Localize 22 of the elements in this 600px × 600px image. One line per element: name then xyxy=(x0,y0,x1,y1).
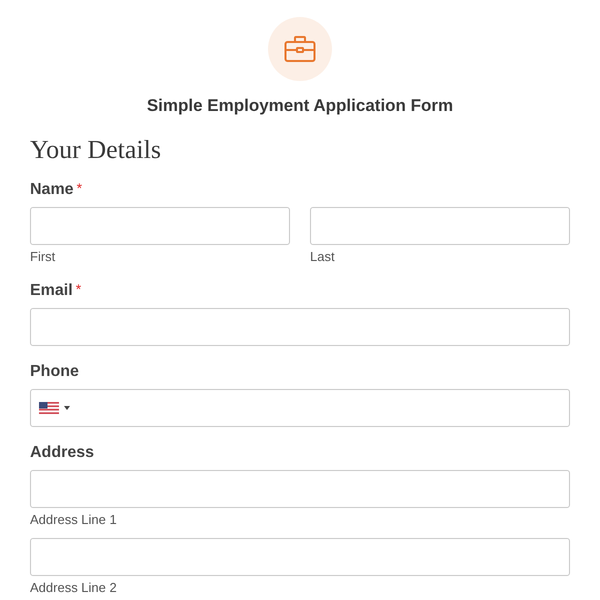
field-label: Name xyxy=(30,180,74,200)
field-sublabel: First xyxy=(30,249,56,265)
input-field[interactable] xyxy=(30,538,570,576)
flag-icon xyxy=(39,402,59,414)
required-mark: * xyxy=(76,280,82,299)
input-field[interactable] xyxy=(30,207,290,245)
field-sublabel: Address Line 2 xyxy=(30,580,118,596)
section-heading: Your Details xyxy=(30,134,162,166)
briefcase-icon xyxy=(284,35,316,63)
field-sublabel: Address Line 1 xyxy=(30,512,118,528)
country-selector[interactable] xyxy=(39,402,70,414)
field-label: Email xyxy=(30,281,73,301)
form-title: Simple Employment Application Form xyxy=(146,95,454,117)
input-field[interactable] xyxy=(30,308,570,346)
field-label: Phone xyxy=(30,362,79,382)
input-field[interactable] xyxy=(310,207,570,245)
required-mark: * xyxy=(76,179,82,198)
caret-icon xyxy=(64,406,70,410)
input-field[interactable] xyxy=(30,470,570,508)
field-sublabel: Last xyxy=(310,249,336,265)
field-label: Address xyxy=(30,443,94,463)
phone-field[interactable] xyxy=(30,389,570,427)
